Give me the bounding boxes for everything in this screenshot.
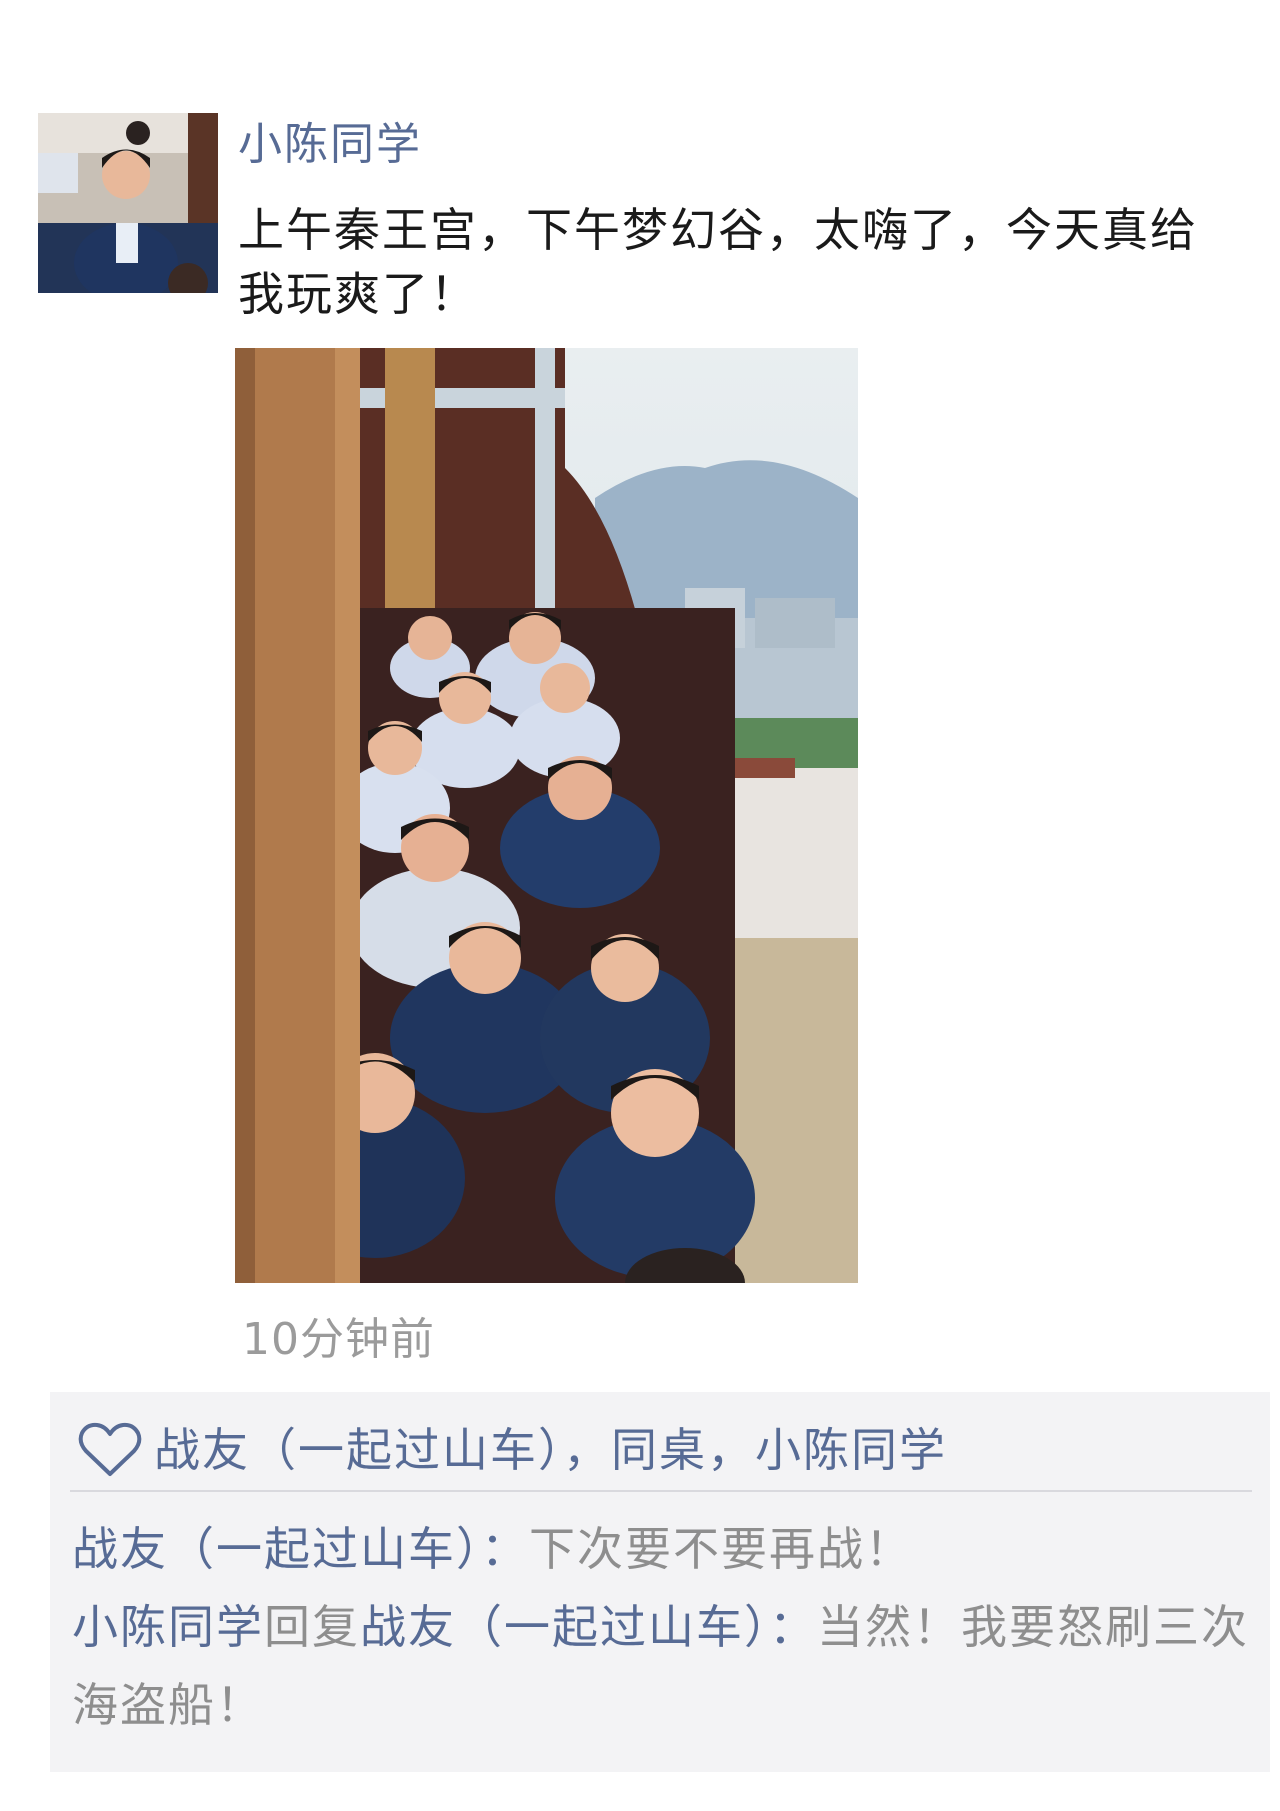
comments-list: 战友（一起过山车）：下次要不要再战！ 小陈同学回复战友（一起过山车）：当然！我要… bbox=[72, 1510, 1257, 1744]
interaction-panel: 战友（一起过山车），同桌，小陈同学 战友（一起过山车）：下次要不要再战！ 小陈同… bbox=[50, 1392, 1270, 1772]
post-text: 上午秦王宫，下午梦幻谷，太嗨了，今天真给我玩爽了！ bbox=[238, 203, 1198, 321]
post-timestamp: 10分钟前 bbox=[242, 1314, 435, 1365]
author-avatar[interactable] bbox=[38, 113, 218, 293]
heart-outline-icon bbox=[78, 1422, 142, 1478]
comment-reply-word: 回复 bbox=[264, 1600, 360, 1654]
comment-separator: ： bbox=[769, 1600, 817, 1654]
comment-author[interactable]: 小陈同学 bbox=[72, 1600, 264, 1654]
likes-row: 战友（一起过山车），同桌，小陈同学 bbox=[78, 1410, 947, 1490]
comment-separator: ： bbox=[481, 1522, 529, 1576]
comment-item[interactable]: 战友（一起过山车）：下次要不要再战！ bbox=[72, 1510, 1257, 1588]
post-photo[interactable] bbox=[235, 348, 858, 1283]
likes-divider bbox=[70, 1490, 1252, 1492]
comment-text: 下次要不要再战！ bbox=[529, 1522, 913, 1576]
comment-item[interactable]: 小陈同学回复战友（一起过山车）：当然！我要怒刷三次海盗船！ bbox=[72, 1588, 1257, 1744]
likes-names[interactable]: 战友（一起过山车），同桌，小陈同学 bbox=[154, 1422, 947, 1478]
comment-reply-to[interactable]: 战友（一起过山车） bbox=[360, 1600, 769, 1654]
comment-author[interactable]: 战友（一起过山车） bbox=[72, 1522, 481, 1576]
author-name[interactable]: 小陈同学 bbox=[238, 117, 422, 173]
